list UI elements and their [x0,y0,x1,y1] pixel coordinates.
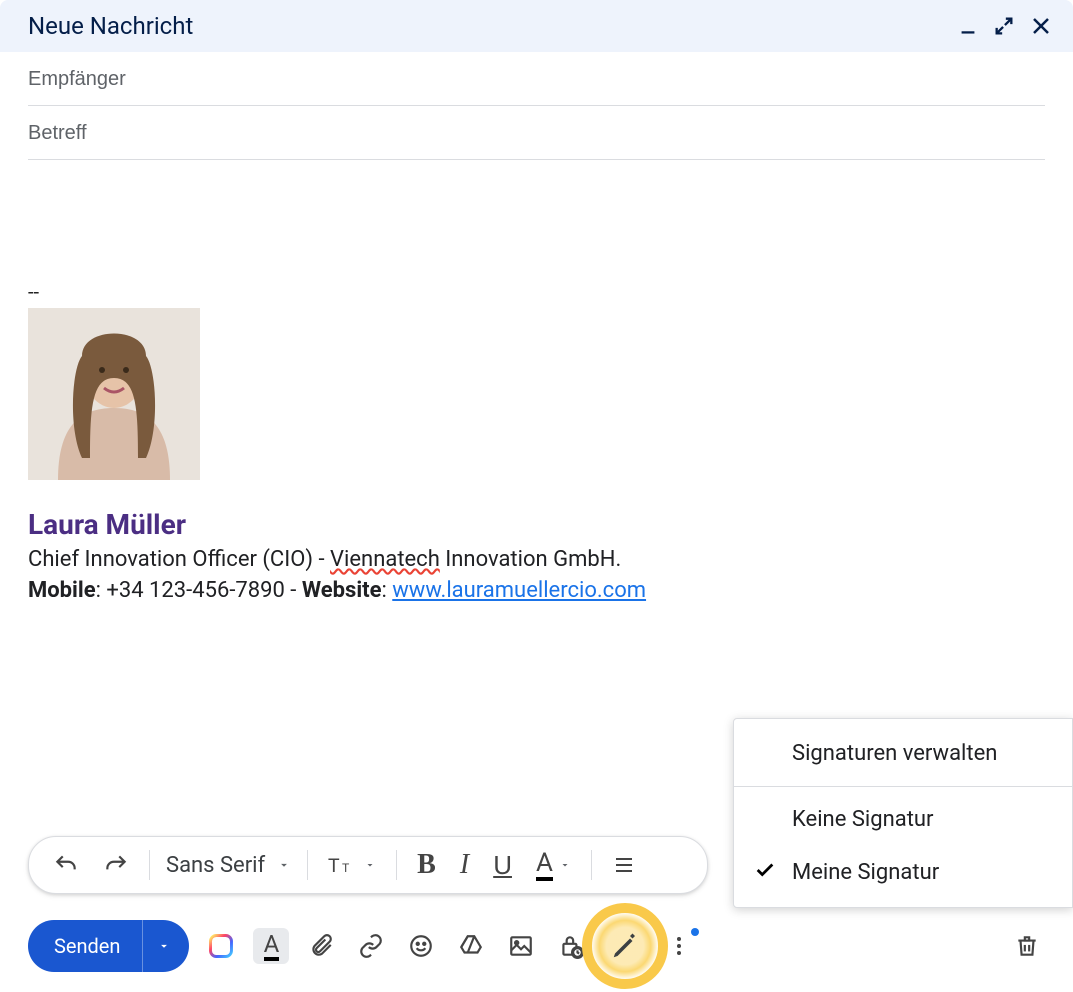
popup-divider [734,786,1072,787]
signature-title-suffix: Innovation GmbH. [440,547,621,572]
ai-compose-button[interactable] [203,928,239,964]
send-options-button[interactable] [143,925,189,967]
close-icon[interactable] [1029,14,1053,38]
compose-window: Neue Nachricht -- Laura Müller Chief Inn… [0,0,1073,992]
chevron-down-icon [364,859,376,871]
svg-text:T: T [342,861,350,875]
insert-signature-button[interactable] [607,928,643,964]
formatting-toggle-button[interactable]: A [253,928,289,964]
attach-file-button[interactable] [303,928,339,964]
discard-draft-button[interactable] [1009,928,1045,964]
website-link[interactable]: www.lauramuellercio.com [392,578,646,603]
insert-image-button[interactable] [503,928,539,964]
send-button[interactable]: Senden [28,920,143,972]
bottom-action-bar: Senden A [0,906,1073,992]
toolbar-separator [396,850,397,880]
signature-company: Viennatech [330,547,440,572]
website-sep: : [381,578,392,603]
formatting-toolbar: Sans Serif TT B I U A [28,836,708,894]
smile-icon [408,933,434,959]
underline-button[interactable]: U [483,844,522,887]
redo-button[interactable] [93,846,139,884]
toolbar-separator [591,850,592,880]
check-icon [754,859,776,887]
pen-icon [610,931,640,961]
insert-emoji-button[interactable] [403,928,439,964]
recipients-row [28,52,1045,106]
bold-button[interactable]: B [407,843,446,887]
recipients-input[interactable] [28,68,1045,91]
text-color-icon: A [536,850,553,881]
paperclip-icon [308,933,334,959]
insert-drive-button[interactable] [453,928,489,964]
font-family-label: Sans Serif [166,853,265,878]
more-vert-icon [667,934,691,958]
window-controls [957,14,1053,38]
lock-clock-icon [558,933,584,959]
notification-dot [691,928,699,936]
signature-popup: Signaturen verwalten Keine Signatur Mein… [733,718,1073,908]
toolbar-separator [307,850,308,880]
align-button[interactable] [602,847,646,883]
trash-icon [1014,933,1040,959]
text-color-button[interactable]: A [526,844,581,887]
signature-title-prefix: Chief Innovation Officer (CIO) - [28,547,330,572]
fullscreen-icon[interactable] [993,15,1015,37]
toolbar-separator [149,850,150,880]
chevron-down-icon [157,939,171,953]
no-signature-item[interactable]: Keine Signatur [734,793,1072,846]
my-signature-item[interactable]: Meine Signatur [734,846,1072,899]
confidential-mode-button[interactable] [553,928,589,964]
subject-input[interactable] [28,122,1045,145]
mobile-value: : +34 123-456-7890 - [96,578,302,603]
website-label: Website [302,578,382,603]
signature-contact: Mobile: +34 123-456-7890 - Website: www.… [28,578,1045,603]
drive-icon [458,933,484,959]
send-button-group: Senden [28,920,189,972]
subject-row [28,106,1045,160]
chevron-down-icon [559,859,571,871]
signature-name: Laura Müller [28,508,1045,541]
chevron-down-icon [277,858,291,872]
window-title: Neue Nachricht [28,12,193,40]
window-header: Neue Nachricht [0,0,1073,52]
italic-button[interactable]: I [450,843,479,887]
undo-button[interactable] [43,846,89,884]
signature-divider: -- [28,280,1045,304]
signature-title: Chief Innovation Officer (CIO) - Viennat… [28,547,1045,572]
signature-photo [28,308,200,480]
manage-signatures-item[interactable]: Signaturen verwalten [734,727,1072,780]
svg-text:T: T [328,856,340,877]
mobile-label: Mobile [28,578,96,603]
more-options-button[interactable] [661,928,697,964]
insert-link-button[interactable] [353,928,389,964]
minimize-icon[interactable] [957,15,979,37]
image-icon [508,933,534,959]
my-signature-label: Meine Signatur [792,860,939,885]
font-size-button[interactable]: TT [318,847,386,883]
font-family-select[interactable]: Sans Serif [160,849,297,882]
link-icon [358,933,384,959]
